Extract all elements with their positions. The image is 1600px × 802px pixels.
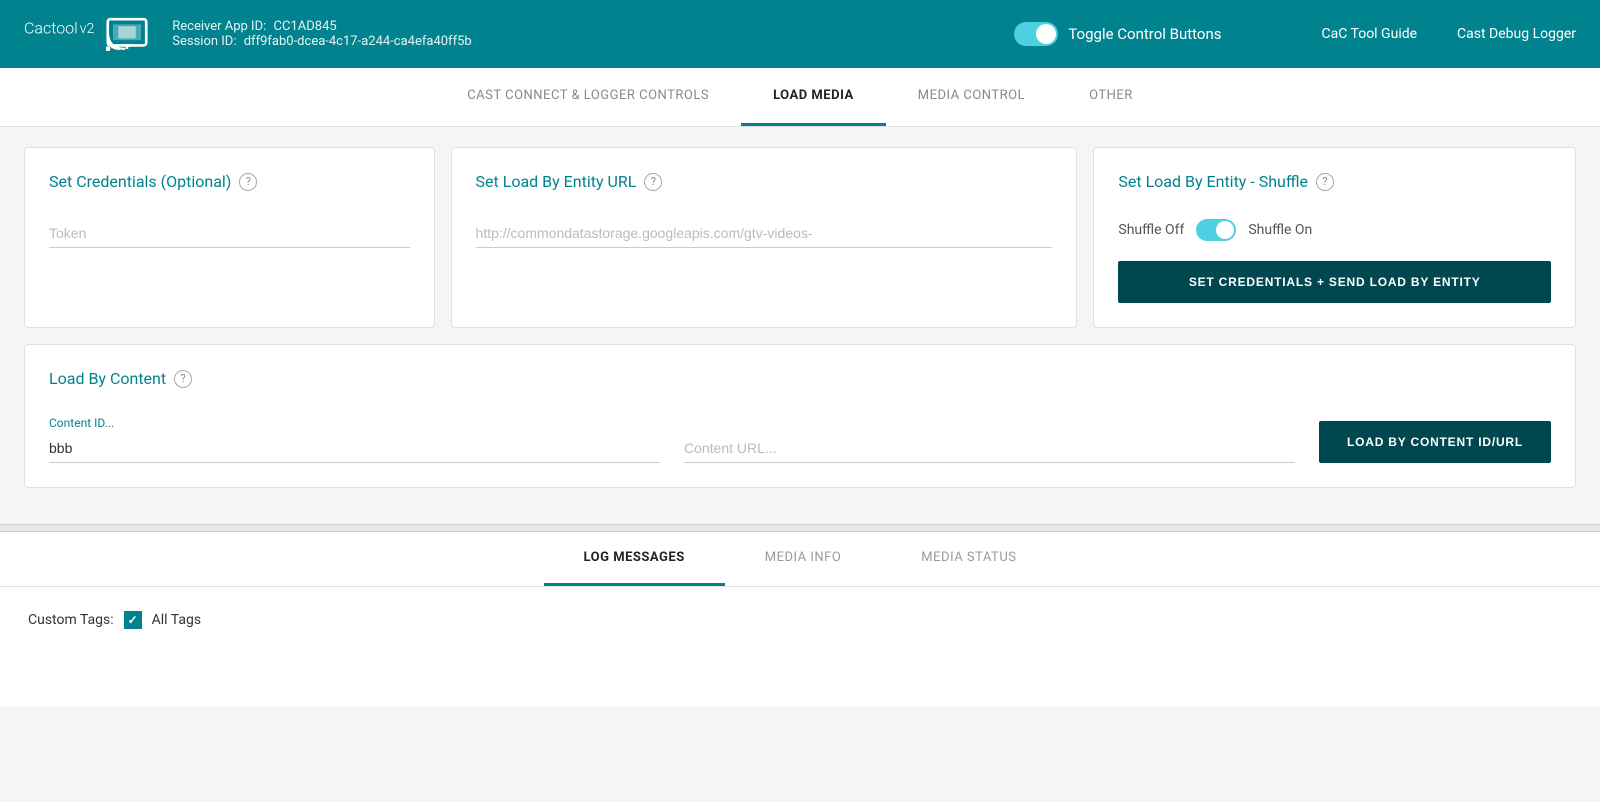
credentials-help-icon[interactable]: ? — [239, 173, 257, 191]
custom-tags-row: Custom Tags: All Tags — [28, 611, 1572, 629]
card-entity-url: Set Load By Entity URL ? — [451, 147, 1078, 328]
shuffle-help-icon[interactable]: ? — [1316, 173, 1334, 191]
load-content-help-icon[interactable]: ? — [174, 370, 192, 388]
entity-url-help-icon[interactable]: ? — [644, 173, 662, 191]
cac-tool-guide-link[interactable]: CaC Tool Guide — [1322, 26, 1418, 42]
top-cards-row: Set Credentials (Optional) ? Set Load By… — [24, 147, 1576, 328]
load-by-content-button[interactable]: LOAD BY CONTENT ID/URL — [1319, 421, 1551, 463]
shuffle-off-label: Shuffle Off — [1118, 222, 1184, 238]
logo-version: v2 — [80, 21, 95, 37]
main-tabs: CAST CONNECT & LOGGER CONTROLS LOAD MEDI… — [0, 68, 1600, 127]
card-shuffle: Set Load By Entity - Shuffle ? Shuffle O… — [1093, 147, 1576, 328]
token-input[interactable] — [49, 219, 410, 248]
shuffle-toggle[interactable] — [1196, 219, 1236, 241]
app-title: Cactoolv2 — [24, 18, 94, 51]
app-header: Cactoolv2 Receiver App ID: CC1AD845 Sess… — [0, 0, 1600, 68]
toggle-control-buttons[interactable] — [1014, 22, 1058, 46]
tab-cast-connect[interactable]: CAST CONNECT & LOGGER CONTROLS — [435, 68, 741, 126]
custom-tags-label: Custom Tags: — [28, 612, 114, 628]
all-tags-label: All Tags — [152, 612, 201, 628]
bottom-tab-media-info[interactable]: MEDIA INFO — [725, 532, 882, 586]
all-tags-checkbox[interactable] — [124, 611, 142, 629]
card-shuffle-title: Set Load By Entity - Shuffle ? — [1118, 172, 1551, 191]
section-divider — [0, 524, 1600, 532]
entity-url-input[interactable] — [476, 219, 1053, 248]
shuffle-toggle-row: Shuffle Off Shuffle On — [1118, 219, 1551, 241]
content-id-field-group: Content ID... — [49, 416, 660, 463]
session-id-line: Session ID: dff9fab0-dcea-4c17-a244-ca4e… — [172, 34, 471, 49]
receiver-app-line: Receiver App ID: CC1AD845 — [172, 19, 471, 34]
tab-media-control[interactable]: MEDIA CONTROL — [886, 68, 1057, 126]
load-content-fields: Content ID... LOAD BY CONTENT ID/URL — [49, 416, 1551, 463]
toggle-label: Toggle Control Buttons — [1068, 25, 1221, 43]
shuffle-on-label: Shuffle On — [1248, 222, 1312, 238]
card-credentials-title-text: Set Credentials (Optional) — [49, 172, 231, 191]
card-credentials-title: Set Credentials (Optional) ? — [49, 172, 410, 191]
bottom-tab-log-messages[interactable]: LOG MESSAGES — [544, 532, 725, 586]
tab-other[interactable]: OTHER — [1057, 68, 1165, 126]
card-load-content-title-text: Load By Content — [49, 369, 166, 388]
card-load-content-title: Load By Content ? — [49, 369, 1551, 388]
cast-icon — [106, 17, 148, 51]
card-load-content: Load By Content ? Content ID... LOAD BY … — [24, 344, 1576, 488]
logo-name: Cactool — [24, 18, 78, 37]
content-id-input[interactable] — [49, 434, 660, 463]
content-url-input[interactable] — [684, 434, 1295, 463]
tab-load-media[interactable]: LOAD MEDIA — [741, 68, 886, 126]
bottom-tabs: LOG MESSAGES MEDIA INFO MEDIA STATUS — [0, 532, 1600, 587]
content-url-field-group — [684, 434, 1295, 463]
card-shuffle-title-text: Set Load By Entity - Shuffle — [1118, 172, 1308, 191]
logo-area: Cactoolv2 — [24, 17, 148, 51]
cast-debug-logger-link[interactable]: Cast Debug Logger — [1457, 26, 1576, 42]
card-credentials: Set Credentials (Optional) ? — [24, 147, 435, 328]
set-credentials-send-load-entity-button[interactable]: SET CREDENTIALS + SEND LOAD BY ENTITY — [1118, 261, 1551, 303]
session-info: Receiver App ID: CC1AD845 Session ID: df… — [172, 19, 471, 49]
bottom-content: Custom Tags: All Tags — [0, 587, 1600, 707]
bottom-section: LOG MESSAGES MEDIA INFO MEDIA STATUS Cus… — [0, 532, 1600, 707]
content-id-label: Content ID... — [49, 416, 660, 430]
card-entity-url-title-text: Set Load By Entity URL — [476, 172, 637, 191]
bottom-tab-media-status[interactable]: MEDIA STATUS — [881, 532, 1056, 586]
load-content-btn-wrap: LOAD BY CONTENT ID/URL — [1319, 421, 1551, 463]
main-content: Set Credentials (Optional) ? Set Load By… — [0, 127, 1600, 524]
card-entity-url-title: Set Load By Entity URL ? — [476, 172, 1053, 191]
toggle-control-area: Toggle Control Buttons — [1014, 22, 1221, 46]
